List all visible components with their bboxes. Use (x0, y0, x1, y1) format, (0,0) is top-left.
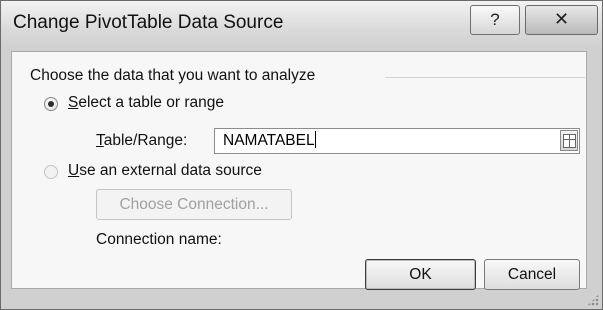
group-divider (385, 77, 585, 78)
choose-connection-button[interactable]: Choose Connection... (96, 189, 292, 220)
radio-external-source-label[interactable]: Use an external data source (68, 162, 262, 180)
close-button[interactable]: ✕ (525, 5, 598, 35)
table-range-input[interactable]: NAMATABEL (214, 128, 580, 154)
radio-table-range-label[interactable]: Select a table or range (68, 94, 224, 112)
window-title: Change PivotTable Data Source (13, 12, 284, 33)
text-caret (314, 131, 316, 148)
group-label: Choose the data that you want to analyze (30, 67, 322, 85)
resize-grip[interactable] (587, 294, 599, 306)
range-select-icon[interactable] (560, 130, 578, 151)
title-bar[interactable]: Change PivotTable Data Source ? ✕ (1, 1, 602, 51)
dialog-body: Choose the data that you want to analyze… (11, 51, 587, 290)
radio-table-range[interactable] (44, 97, 58, 111)
help-button[interactable]: ? (470, 5, 520, 35)
radio-external-source[interactable] (44, 165, 58, 179)
connection-name-label: Connection name: (96, 231, 222, 248)
ok-button[interactable]: OK (365, 259, 476, 290)
help-icon: ? (490, 10, 500, 29)
cancel-button[interactable]: Cancel (484, 259, 580, 290)
pivot-source-dialog: Change PivotTable Data Source ? ✕ Choose… (0, 0, 603, 310)
table-range-label: Table/Range: (96, 132, 188, 149)
close-icon: ✕ (553, 9, 570, 29)
